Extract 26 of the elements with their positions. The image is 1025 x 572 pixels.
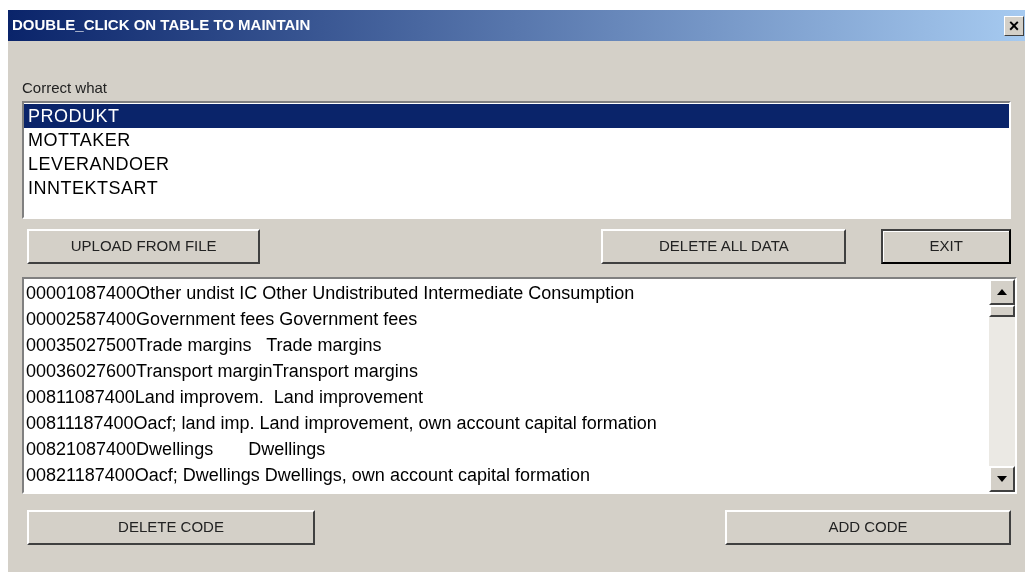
list-item[interactable]: INNTEKTSART [24,176,1009,200]
code-row[interactable]: 00035027500Trade margins Trade margins [26,332,989,358]
code-row[interactable]: 00036027600Transport marginTransport margins [26,358,989,384]
scrollbar[interactable] [989,279,1015,492]
scroll-up-button[interactable] [989,279,1015,305]
close-button[interactable]: × [1004,15,1024,36]
code-row[interactable]: 00811087400Land improvem. Land improvement [26,384,989,410]
action-button[interactable]: ADD CODE [725,510,1011,545]
list-item[interactable]: LEVERANDOER [24,152,1009,176]
window-title: DOUBLE_CLICK ON TABLE TO MAINTAIN [12,15,311,36]
code-row[interactable]: 00811187400Oacf; land imp. Land improvement, own account capital formation [26,410,989,436]
up-arrow-icon [997,289,1007,295]
action-button[interactable]: DELETE CODE [27,510,315,545]
action-button[interactable]: DELETE ALL DATA [601,229,847,264]
code-row[interactable]: 00821187400Oacf; Dwellings Dwellings, own account capital formation [26,462,989,488]
code-row[interactable]: 00002587400Government fees Government fees [26,306,989,332]
scroll-thumb[interactable] [989,305,1015,317]
list-label: Correct what [22,78,109,98]
action-button[interactable]: EXIT [881,229,1011,264]
list-item[interactable]: MOTTAKER [24,128,1009,152]
action-button[interactable]: UPLOAD FROM FILE [27,229,261,264]
list-item[interactable]: PRODUKT [24,104,1009,128]
scroll-down-button[interactable] [989,466,1015,492]
down-arrow-icon [997,476,1007,482]
code-row[interactable]: 00001087400Other undist IC Other Undistributed Intermediate Consumption [26,280,989,306]
code-row[interactable]: 00821087400Dwellings Dwellings [26,436,989,462]
